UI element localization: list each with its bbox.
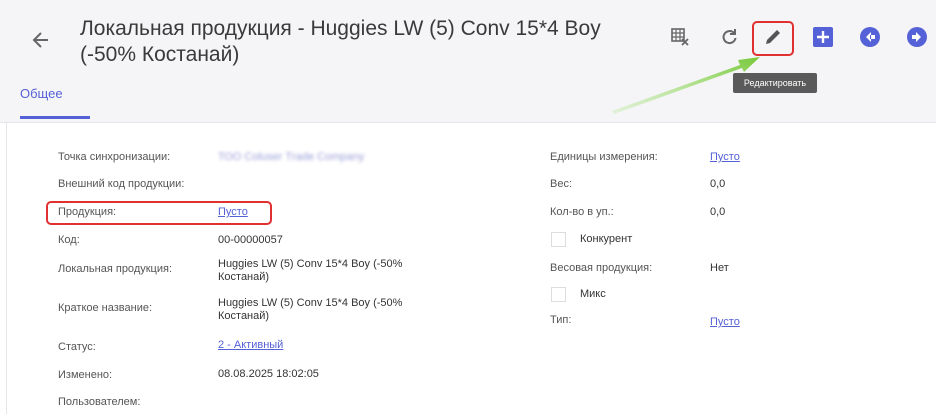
field-label-user: Пользователем:	[58, 396, 141, 408]
field-label-units: Единицы измерения:	[550, 151, 658, 163]
field-label-qty-pack: Кол-во в уп.:	[550, 206, 614, 218]
field-label-weight: Вес:	[550, 178, 573, 190]
field-label-code: Код:	[58, 234, 80, 246]
product-highlight-box	[46, 201, 272, 225]
field-value-sync-point[interactable]: ТОО Сoluser Тrade Сompany	[218, 151, 364, 164]
field-value-units[interactable]: Пусто	[710, 151, 740, 164]
content-border	[6, 122, 7, 414]
field-label-local-product: Локальная продукция:	[58, 263, 173, 275]
field-label-modified: Изменено:	[58, 369, 113, 381]
field-value-weight-product: Нет	[710, 262, 729, 274]
field-label-short-name: Краткое название:	[58, 302, 153, 314]
mix-checkbox[interactable]	[551, 287, 566, 302]
field-value-status[interactable]: 2 - Активный	[218, 339, 283, 352]
mix-label: Микс	[580, 288, 606, 300]
field-label-sync-point: Точка синхронизации:	[58, 151, 171, 163]
field-value-short-name: Huggies LW (5) Conv 15*4 Boy (-50% Коста…	[218, 297, 403, 322]
field-label-weight-product: Весовая продукция:	[550, 262, 653, 274]
field-label-external-code: Внешний код продукции:	[58, 178, 185, 190]
field-value-type[interactable]: Пусто	[710, 316, 740, 329]
competitor-checkbox[interactable]	[551, 232, 566, 247]
field-label-type: Тип:	[550, 314, 572, 326]
field-value-qty-pack: 0,0	[710, 206, 726, 218]
field-label-status: Статус:	[58, 341, 96, 353]
field-value-local-product: Huggies LW (5) Conv 15*4 Boy (-50% Коста…	[218, 258, 403, 283]
competitor-label: Конкурент	[580, 233, 633, 245]
field-value-code: 00-00000057	[218, 234, 283, 246]
field-value-modified: 08.08.2025 18:02:05	[218, 368, 319, 380]
field-value-weight: 0,0	[710, 178, 726, 190]
